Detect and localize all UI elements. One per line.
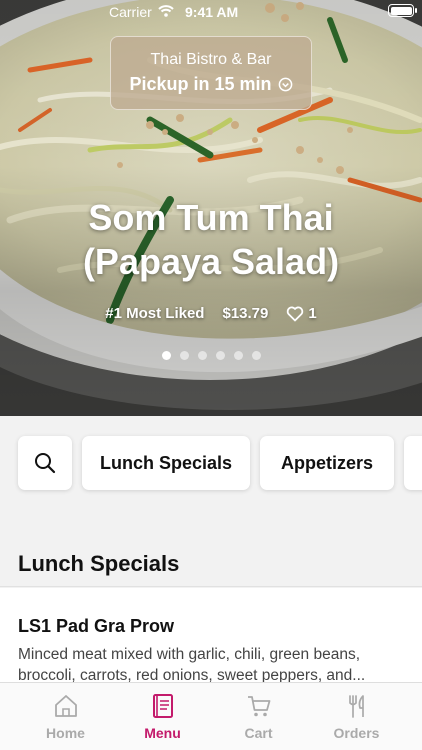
chevron-down-circle-icon (278, 77, 292, 92)
featured-dish-meta: #1 Most Liked $13.79 1 (0, 305, 422, 322)
status-time: 9:41 AM (185, 4, 239, 20)
carousel-dot[interactable] (161, 351, 171, 360)
like-count: 1 (308, 305, 317, 322)
search-icon (35, 453, 56, 474)
carousel-dot[interactable] (179, 351, 189, 360)
carousel-dot[interactable] (215, 351, 225, 360)
tab-menu[interactable]: Menu (110, 683, 215, 750)
tab-cart[interactable]: Cart (206, 683, 311, 750)
most-liked-badge: #1 Most Liked (105, 305, 205, 322)
featured-dish-price: $13.79 (222, 305, 269, 322)
carousel-dot[interactable] (233, 351, 243, 360)
heart-icon (287, 306, 304, 321)
app-screen: Carrier 9:41 AM Thai Bistro & Bar Pickup… (0, 0, 422, 750)
featured-dish-title-line1: Som Tum Thai (88, 197, 334, 238)
section-title: Lunch Specials (18, 551, 180, 576)
pickup-time-label: Pickup in 15 min (129, 74, 272, 94)
menu-item-description: Minced meat mixed with garlic, chili, gr… (18, 646, 366, 684)
tab-home[interactable]: Home (13, 683, 118, 750)
wifi-icon (158, 5, 174, 17)
carousel-dot[interactable] (251, 351, 261, 360)
category-chip-next[interactable] (404, 436, 422, 490)
featured-dish-title-line2: (Papaya Salad) (82, 241, 340, 282)
pickup-selector-button[interactable]: Thai Bistro & Bar Pickup in 15 min (110, 36, 312, 110)
tab-home-label: Home (46, 725, 85, 741)
status-bar: Carrier 9:41 AM (0, 0, 422, 24)
carousel-dot[interactable] (197, 351, 207, 360)
cart-icon (248, 696, 271, 717)
search-button[interactable] (18, 436, 72, 490)
tab-orders-label: Orders (333, 725, 380, 741)
tab-orders[interactable]: Orders (304, 683, 409, 750)
pickup-time: Pickup in 15 min (111, 74, 311, 95)
featured-item-carousel[interactable]: Carrier 9:41 AM Thai Bistro & Bar Pickup… (0, 0, 422, 416)
like-button[interactable]: 1 (286, 305, 317, 322)
carrier-label: Carrier (109, 4, 152, 20)
battery-icon (388, 4, 417, 17)
menu-item[interactable]: LS1 Pad Gra Prow Minced meat mixed with … (0, 588, 422, 688)
featured-dish-title: Som Tum Thai (Papaya Salad) (0, 196, 422, 284)
category-bar: Lunch Specials Appetizers (0, 416, 422, 516)
tab-bar: Home Menu Cart Orders (0, 682, 422, 750)
section-header: Lunch Specials (0, 537, 422, 587)
category-chip-appetizers[interactable]: Appetizers (260, 436, 394, 490)
restaurant-name: Thai Bistro & Bar (150, 51, 272, 68)
tab-menu-label: Menu (144, 725, 181, 741)
fork-knife-icon (349, 695, 364, 718)
menu-item-name: LS1 Pad Gra Prow (18, 616, 175, 636)
menu-book-icon (153, 694, 173, 718)
carousel-page-indicator[interactable] (0, 351, 422, 360)
category-chip-lunch-specials[interactable]: Lunch Specials (82, 436, 250, 490)
tab-cart-label: Cart (244, 725, 273, 741)
home-icon (55, 695, 77, 717)
